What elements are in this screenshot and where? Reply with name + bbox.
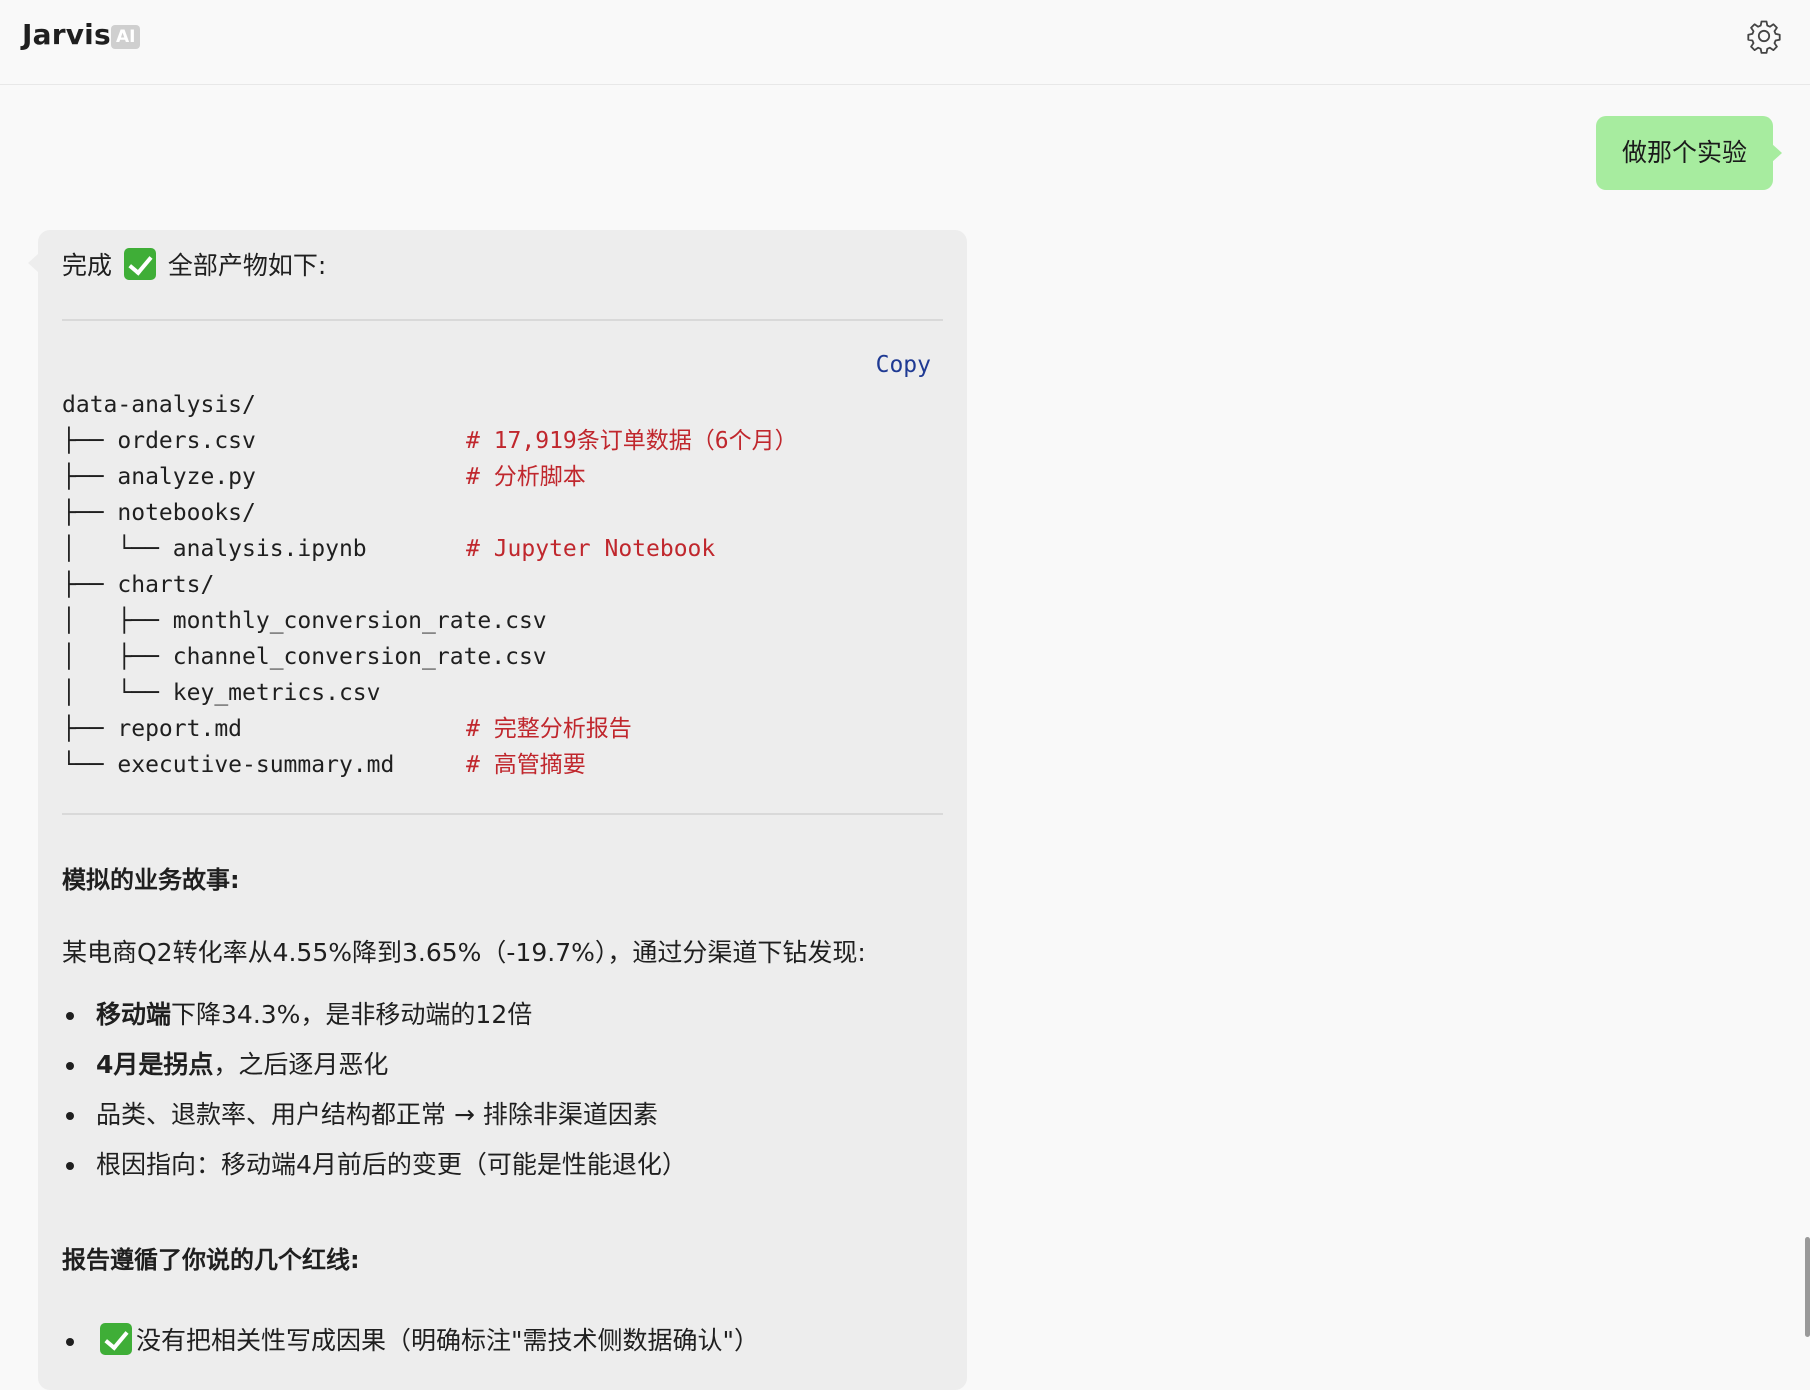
code-line: ├── report.md # 完整分析报告 xyxy=(62,711,943,747)
code-line: ├── notebooks/ xyxy=(62,495,943,531)
divider xyxy=(62,319,943,321)
bullet-text: ，之后逐月恶化 xyxy=(213,1050,389,1079)
gear-icon xyxy=(1746,20,1782,58)
code-comment: # 17,919条订单数据（6个月） xyxy=(466,428,798,454)
code-line: │ └── analysis.ipynb # Jupyter Notebook xyxy=(62,531,943,567)
bullet-text: 没有把相关性写成因果（明确标注"需技术侧数据确认"） xyxy=(136,1326,760,1355)
code-block: data-analysis/ ├── orders.csv # 17,919条订… xyxy=(62,387,943,783)
code-line: ├── analyze.py # 分析脚本 xyxy=(62,459,943,495)
bullet-bold-text: 移动端 xyxy=(96,1000,172,1029)
code-path: │ ├── channel_conversion_rate.csv xyxy=(62,644,547,670)
code-line: │ ├── channel_conversion_rate.csv xyxy=(62,639,943,675)
code-path: │ ├── monthly_conversion_rate.csv xyxy=(62,608,547,634)
code-line: │ └── key_metrics.csv xyxy=(62,675,943,711)
list-item: 移动端下降34.3%，是非移动端的12倍 xyxy=(62,990,943,1040)
redline-heading: 报告遵循了你说的几个红线: xyxy=(62,1246,360,1274)
code-path: ├── report.md xyxy=(62,716,243,742)
story-heading: 模拟的业务故事: xyxy=(62,866,240,894)
code-line: ├── orders.csv # 17,919条订单数据（6个月） xyxy=(62,423,943,459)
code-path: ├── orders.csv xyxy=(62,428,256,454)
code-comment: # 完整分析报告 xyxy=(466,716,632,742)
bullet-text: 根因指向：移动端4月前后的变更（可能是性能退化） xyxy=(96,1150,687,1179)
bullet-text: 品类、退款率、用户结构都正常 → 排除非渠道因素 xyxy=(96,1100,658,1129)
settings-button[interactable] xyxy=(1746,18,1782,54)
code-path: data-analysis/ xyxy=(62,392,256,418)
code-path: ├── analyze.py xyxy=(62,464,256,490)
intro-text-before: 完成 xyxy=(62,251,113,280)
code-comment: # 分析脚本 xyxy=(466,464,586,490)
intro-text-after: 全部产物如下: xyxy=(167,251,327,280)
list-item: 根因指向：移动端4月前后的变更（可能是性能退化） xyxy=(62,1140,943,1190)
top-bar: Jarvis AI xyxy=(0,0,1810,85)
redline-bullet-list: 没有把相关性写成因果（明确标注"需技术侧数据确认"） xyxy=(62,1316,943,1366)
check-mark-icon xyxy=(123,248,156,280)
code-comment: # Jupyter Notebook xyxy=(466,536,716,562)
story-paragraph: 某电商Q2转化率从4.55%降到3.65%（-19.7%），通过分渠道下钻发现: xyxy=(62,938,866,967)
list-item: 品类、退款率、用户结构都正常 → 排除非渠道因素 xyxy=(62,1090,943,1140)
bullet-bold-text: 4月是拐点 xyxy=(96,1050,214,1079)
user-message-bubble: 做那个实验 xyxy=(1595,116,1783,190)
code-line: data-analysis/ xyxy=(62,387,943,423)
code-path: ├── charts/ xyxy=(62,572,215,598)
assistant-intro: 完成 全部产物如下: xyxy=(62,246,326,286)
divider xyxy=(62,813,943,815)
bullet-text: 下降34.3%，是非移动端的12倍 xyxy=(171,1000,533,1029)
story-bullet-list: 移动端下降34.3%，是非移动端的12倍 4月是拐点，之后逐月恶化 品类、退款率… xyxy=(62,990,943,1190)
app-title: Jarvis xyxy=(22,18,111,51)
copy-button[interactable]: Copy xyxy=(876,352,931,378)
list-item: 4月是拐点，之后逐月恶化 xyxy=(62,1040,943,1090)
scrollbar-thumb[interactable] xyxy=(1805,1237,1810,1337)
code-line: └── executive-summary.md # 高管摘要 xyxy=(62,747,943,783)
code-line: │ ├── monthly_conversion_rate.csv xyxy=(62,603,943,639)
list-item: 没有把相关性写成因果（明确标注"需技术侧数据确认"） xyxy=(62,1316,943,1366)
check-mark-icon xyxy=(100,1323,132,1355)
ai-badge: AI xyxy=(111,25,141,49)
code-path: │ └── analysis.ipynb xyxy=(62,536,367,562)
code-line: ├── charts/ xyxy=(62,567,943,603)
code-comment: # 高管摘要 xyxy=(466,752,586,778)
code-path: ├── notebooks/ xyxy=(62,500,256,526)
code-path: └── executive-summary.md xyxy=(62,752,395,778)
code-path: │ └── key_metrics.csv xyxy=(62,680,381,706)
assistant-message-bubble: 完成 全部产物如下: Copy data-analysis/ ├── order… xyxy=(28,230,967,1390)
